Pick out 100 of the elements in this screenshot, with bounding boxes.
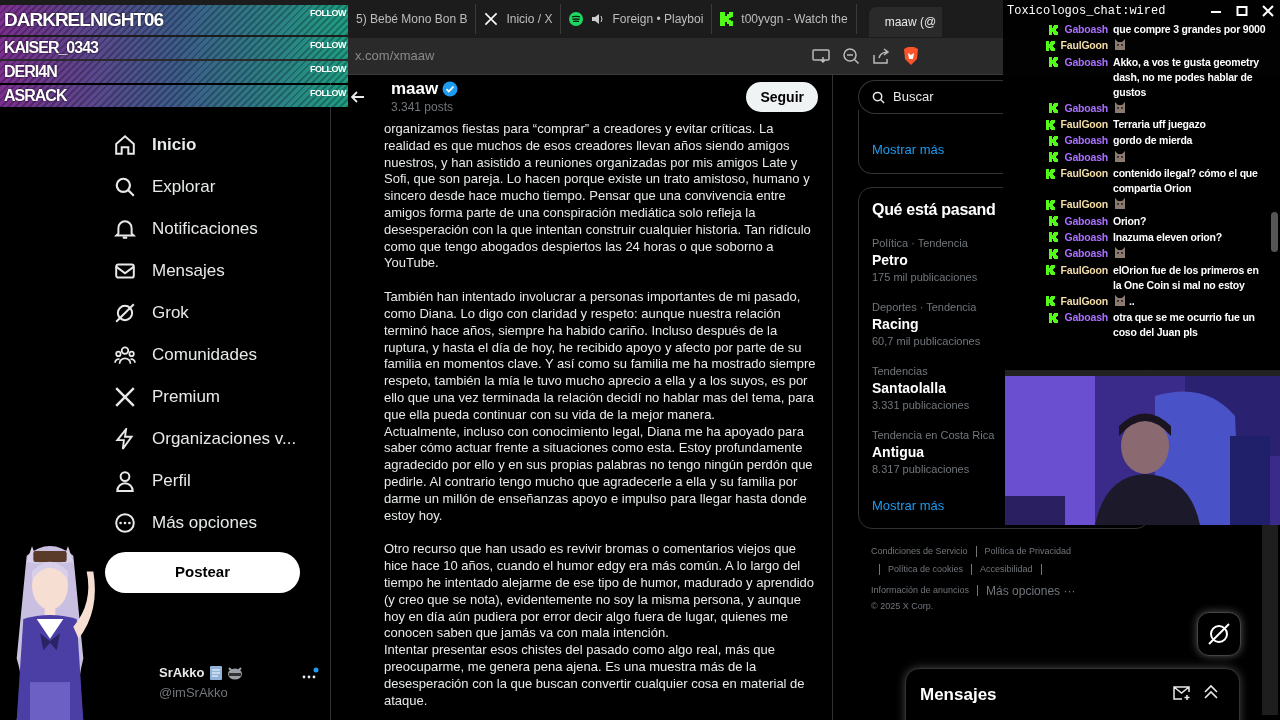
nav-item[interactable]: Grok bbox=[114, 292, 330, 334]
k-badge-icon bbox=[1049, 24, 1059, 35]
trend-name[interactable]: Petro bbox=[872, 250, 908, 270]
trend-category: Tendencia en Costa Rica bbox=[872, 428, 995, 442]
footer-link[interactable]: Política de Privacidad bbox=[984, 544, 1072, 558]
chat-username[interactable]: Gaboash bbox=[1064, 100, 1108, 116]
nav-item[interactable]: Notificaciones bbox=[114, 208, 330, 250]
browser-tab[interactable]: Inicio / X bbox=[476, 4, 562, 34]
browser-tab[interactable]: t00yvgn - Watch the bbox=[712, 4, 857, 34]
chat-message: Orion? bbox=[1113, 213, 1147, 229]
trend-name[interactable]: Racing bbox=[872, 314, 919, 334]
footer-link[interactable]: Política de cookies bbox=[888, 563, 964, 577]
k-logo-icon bbox=[720, 12, 734, 26]
chat-message: .. bbox=[1129, 293, 1135, 309]
grok-button[interactable] bbox=[1197, 612, 1241, 656]
chat-username[interactable]: FaulGoon bbox=[1060, 117, 1108, 133]
section-title: Qué está pasand bbox=[872, 200, 996, 220]
messages-drawer[interactable]: Mensajes bbox=[905, 668, 1240, 720]
new-message-icon[interactable] bbox=[1173, 685, 1191, 701]
trend-category: Política · Tendencia bbox=[872, 236, 968, 250]
nav-item[interactable]: Premium bbox=[114, 376, 330, 418]
nav-item[interactable]: Comunidades bbox=[114, 334, 330, 376]
more-icon[interactable] bbox=[301, 667, 319, 681]
chat-username[interactable]: Gaboash bbox=[1064, 149, 1108, 165]
trend-category: Deportes · Tendencia bbox=[872, 300, 977, 314]
browser-tab[interactable]: Foreign • Playboi bbox=[561, 4, 713, 34]
posts-count: 3.341 posts bbox=[391, 99, 455, 115]
trend-category: Tendencias bbox=[872, 364, 928, 378]
browser-tab[interactable]: maaw (@ bbox=[868, 7, 942, 37]
trend-name[interactable]: Antigua bbox=[872, 442, 925, 462]
scrollbar-thumb[interactable] bbox=[1271, 212, 1278, 252]
chat-username[interactable]: FaulGoon bbox=[1060, 197, 1108, 213]
chat-username[interactable]: Gaboash bbox=[1064, 54, 1108, 70]
person-icon bbox=[114, 470, 136, 492]
chat-username[interactable]: Gaboash bbox=[1064, 310, 1108, 326]
chat-username[interactable]: FaulGoon bbox=[1060, 293, 1108, 309]
lion-shield-icon[interactable] bbox=[902, 46, 920, 66]
more-circle-icon bbox=[114, 512, 136, 534]
k-badge-icon bbox=[1049, 103, 1059, 114]
chat-message: contenido ilegal? cómo el que compartia Orion bbox=[1113, 166, 1259, 197]
show-more-link[interactable]: Mostrar más bbox=[872, 139, 945, 159]
back-arrow-icon[interactable] bbox=[351, 91, 365, 103]
footer-link[interactable]: Más opciones ··· bbox=[986, 581, 1076, 600]
grok-icon bbox=[1206, 621, 1232, 647]
window-title: Toxicologos_chat:wired bbox=[1007, 3, 1167, 20]
home-icon bbox=[114, 134, 136, 156]
footer-link[interactable]: Condiciones de Servicio bbox=[871, 544, 968, 558]
nav-item[interactable]: Más opciones bbox=[114, 502, 330, 544]
trend-count: 3.331 publicaciones bbox=[872, 398, 970, 412]
profile-name: maaw bbox=[391, 79, 439, 99]
chat-username[interactable]: FaulGoon bbox=[1060, 38, 1108, 54]
footer-link[interactable]: Accesibilidad bbox=[980, 563, 1033, 577]
chat-username[interactable]: Gaboash bbox=[1064, 133, 1108, 149]
address-text[interactable]: x.com/xmaaw bbox=[355, 46, 800, 66]
chat-username[interactable]: Gaboash bbox=[1064, 246, 1108, 262]
nav-item[interactable]: Explorar bbox=[114, 166, 330, 208]
scrollbar[interactable] bbox=[1262, 525, 1278, 715]
chat-username[interactable]: FaulGoon bbox=[1060, 166, 1108, 182]
trend-count: 60,7 mil publicaciones bbox=[872, 334, 981, 348]
collapse-up-icon[interactable] bbox=[1203, 684, 1219, 700]
trend-count: 175 mil publicaciones bbox=[872, 270, 978, 284]
post-paragraph: Intentar presentar esos chistes del pasado como algo real, más que preocuparme, me genera pena ajena. Es una muestra más de la desesperación con la que buscan convertir cualquier cosa en material de ataque. bbox=[384, 642, 806, 710]
trend-name[interactable]: Santaolalla bbox=[872, 378, 946, 398]
copyright-text: © 2025 X Corp. bbox=[870, 599, 935, 613]
chat-username[interactable]: Gaboash bbox=[1064, 229, 1108, 245]
verified-badge-icon bbox=[442, 81, 459, 97]
account-handle: @imSrAkko bbox=[159, 683, 229, 702]
k-badge-icon bbox=[1045, 265, 1055, 276]
k-badge-icon bbox=[1049, 248, 1059, 259]
chat-username[interactable]: Gaboash bbox=[1064, 22, 1108, 37]
close-icon[interactable] bbox=[1262, 5, 1274, 17]
follow-label: FOLLOW bbox=[310, 7, 346, 20]
zoom-out-icon[interactable] bbox=[842, 47, 860, 65]
nav-item[interactable]: Mensajes bbox=[114, 250, 330, 292]
footer-link[interactable]: Información de anuncios bbox=[871, 583, 970, 598]
post-button[interactable]: Postear bbox=[105, 552, 300, 593]
show-more-link[interactable]: Mostrar más bbox=[872, 496, 945, 516]
follow-button[interactable]: Seguir bbox=[746, 82, 818, 112]
k-badge-icon bbox=[1049, 57, 1059, 68]
lightning-icon bbox=[114, 428, 136, 450]
cat-emote-icon bbox=[1113, 197, 1127, 212]
maximize-icon[interactable] bbox=[1236, 5, 1248, 17]
follow-label: FOLLOW bbox=[310, 63, 346, 76]
share-icon[interactable] bbox=[872, 47, 890, 65]
nav-item[interactable]: Perfil bbox=[114, 460, 330, 502]
nav-item[interactable]: Organizaciones v... bbox=[114, 418, 330, 460]
document-icon bbox=[208, 664, 223, 681]
chat-username[interactable]: Gaboash bbox=[1064, 213, 1108, 229]
browser-tab[interactable]: 5) Bebé Mono Bon B bbox=[348, 4, 477, 34]
chat-message: Inazuma eleven orion? bbox=[1113, 229, 1222, 245]
trend-count: 8.317 publicaciones bbox=[872, 462, 970, 476]
k-badge-icon bbox=[1049, 232, 1059, 243]
post-paragraph: organizamos fiestas para “comprar” a creadores y evitar críticas. La realidad es que muchos de esos creadores llevan años siendo amigos nuestros, y han asistido a reuniones organizadas por mis amigos Late y Sofi, que son pareja. Lo hacen porque existe un trato amistoso, humano y sincero desde hace mucho tiempo. Pensar que una convivencia entre amigos forma parte de una conspiración mediática solo refleja la desesperación con la que intentan construir cualquier historia. Tan ridículo como que tengo abogados despiertos las 24 horas o que soborno a YouTube. bbox=[384, 121, 812, 273]
follow-label: FOLLOW bbox=[310, 39, 346, 52]
speaker-icon bbox=[591, 13, 605, 25]
account-name: SrAkko bbox=[159, 664, 205, 682]
k-badge-icon bbox=[1049, 216, 1059, 227]
nav-item[interactable]: Inicio bbox=[114, 124, 330, 166]
chat-username[interactable]: FaulGoon bbox=[1060, 262, 1108, 278]
install-icon[interactable] bbox=[812, 48, 830, 64]
